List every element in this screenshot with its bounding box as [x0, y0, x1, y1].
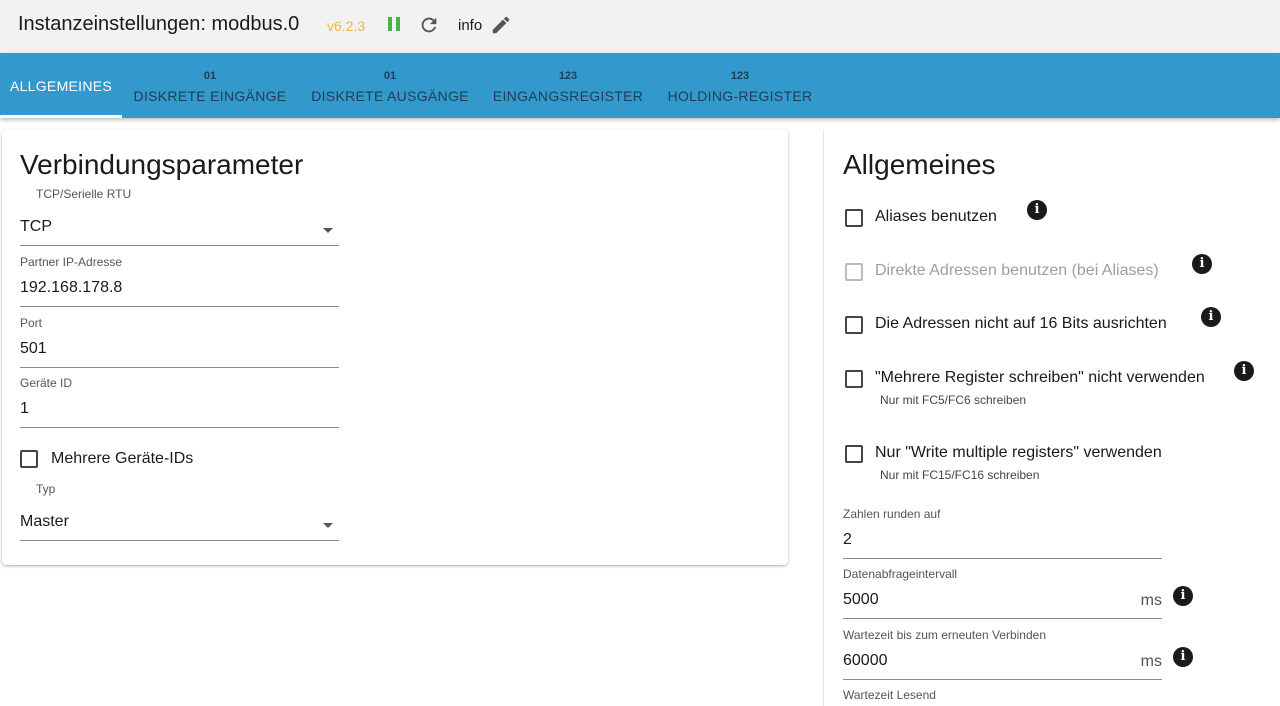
info-icon[interactable]: i — [1234, 361, 1254, 381]
tab-bar: ALLGEMEINES 01 DISKRETE EINGÄNGE 01 DISK… — [0, 53, 1280, 118]
poll-interval-value: 5000 — [843, 591, 879, 608]
option-label: Nur "Write multiple registers" verwenden — [875, 444, 1162, 461]
port-label: Port — [20, 316, 43, 330]
tab-holding-register[interactable]: 123 HOLDING-REGISTER — [666, 53, 814, 118]
connection-type-label: TCP/Serielle RTU — [36, 187, 132, 201]
connection-card: Verbindungsparameter TCP/Serielle RTU TC… — [2, 130, 788, 565]
binary-icon: 01 — [203, 70, 217, 82]
version-badge: v6.2.3 — [327, 18, 366, 34]
edit-icon[interactable] — [490, 14, 512, 36]
option-checkbox[interactable] — [845, 209, 863, 227]
reconnect-input[interactable]: 60000 ms — [843, 646, 1162, 680]
tab-label: HOLDING-REGISTER — [667, 88, 813, 104]
round-value: 2 — [843, 531, 852, 548]
chevron-down-icon — [323, 523, 333, 528]
tab-eingangsregister[interactable]: 123 EINGANGSREGISTER — [492, 53, 644, 118]
mode-label: Typ — [36, 482, 56, 496]
option-checkbox[interactable] — [845, 263, 863, 281]
reload-icon[interactable] — [418, 14, 440, 36]
numeric-icon: 123 — [558, 70, 578, 82]
option-help: Nur mit FC5/FC6 schreiben — [880, 393, 1027, 407]
tab-label: EINGANGSREGISTER — [492, 88, 644, 104]
tab-diskrete-eingaenge[interactable]: 01 DISKRETE EINGÄNGE — [132, 53, 288, 118]
connection-heading: Verbindungsparameter — [20, 149, 304, 180]
poll-interval-input[interactable]: 5000 ms — [843, 585, 1162, 619]
numeric-icon: 123 — [730, 70, 750, 82]
round-input[interactable]: 2 — [843, 525, 1162, 559]
device-id-input[interactable]: 1 — [20, 394, 339, 428]
multi-devices-checkbox[interactable] — [20, 450, 38, 468]
chevron-down-icon — [323, 228, 333, 233]
read-timeout-label: Wartezeit Lesend — [843, 688, 936, 702]
device-id-label: Geräte ID — [20, 376, 73, 390]
info-icon[interactable]: i — [1173, 586, 1193, 606]
reconnect-unit: ms — [1140, 653, 1162, 670]
page-title: Instanzeinstellungen: modbus.0 — [18, 13, 300, 35]
tab-label: DISKRETE AUSGÄNGE — [311, 88, 469, 104]
option-checkbox[interactable] — [845, 445, 863, 463]
info-link[interactable]: info — [458, 17, 482, 34]
mode-select[interactable]: Master — [20, 507, 339, 541]
option-label: Direkte Adressen benutzen (bei Aliases) — [875, 262, 1159, 279]
ip-label: Partner IP-Adresse — [20, 255, 123, 269]
general-panel: Allgemeines Aliases benutzen i Direkte A… — [823, 130, 1280, 706]
port-value: 501 — [20, 340, 47, 357]
option-help: Nur mit FC15/FC16 schreiben — [880, 468, 1040, 482]
pause-icon[interactable] — [386, 16, 402, 34]
round-label: Zahlen runden auf — [843, 507, 941, 521]
tab-label: DISKRETE EINGÄNGE — [133, 88, 287, 104]
option-checkbox[interactable] — [845, 316, 863, 334]
ip-value: 192.168.178.8 — [20, 279, 123, 296]
option-label: Aliases benutzen — [875, 208, 997, 225]
connection-type-value: TCP — [20, 218, 52, 235]
option-label: "Mehrere Register schreiben" nicht verwe… — [875, 369, 1205, 386]
option-checkbox[interactable] — [845, 370, 863, 388]
connection-type-select[interactable]: TCP — [20, 212, 339, 246]
poll-interval-label: Datenabfrageintervall — [843, 567, 958, 581]
device-id-value: 1 — [20, 400, 29, 417]
reconnect-value: 60000 — [843, 652, 888, 669]
option-label: Die Adressen nicht auf 16 Bits ausrichte… — [875, 315, 1167, 332]
general-heading: Allgemeines — [843, 149, 996, 180]
mode-value: Master — [20, 513, 69, 530]
multi-devices-label: Mehrere Geräte-IDs — [51, 450, 194, 467]
tab-label: ALLGEMEINES — [9, 78, 113, 94]
tab-allgemeines[interactable]: ALLGEMEINES — [0, 53, 122, 118]
port-input[interactable]: 501 — [20, 334, 339, 368]
info-icon[interactable]: i — [1173, 647, 1193, 667]
info-icon[interactable]: i — [1027, 200, 1047, 220]
reconnect-label: Wartezeit bis zum erneuten Verbinden — [843, 628, 1046, 642]
ip-input[interactable]: 192.168.178.8 — [20, 273, 339, 307]
info-icon[interactable]: i — [1192, 254, 1212, 274]
active-tab-indicator — [0, 115, 122, 118]
poll-interval-unit: ms — [1140, 592, 1162, 609]
tab-diskrete-ausgaenge[interactable]: 01 DISKRETE AUSGÄNGE — [310, 53, 470, 118]
info-icon[interactable]: i — [1201, 307, 1221, 327]
binary-icon: 01 — [383, 70, 397, 82]
title-bar: Instanzeinstellungen: modbus.0 v6.2.3 in… — [0, 0, 1280, 53]
